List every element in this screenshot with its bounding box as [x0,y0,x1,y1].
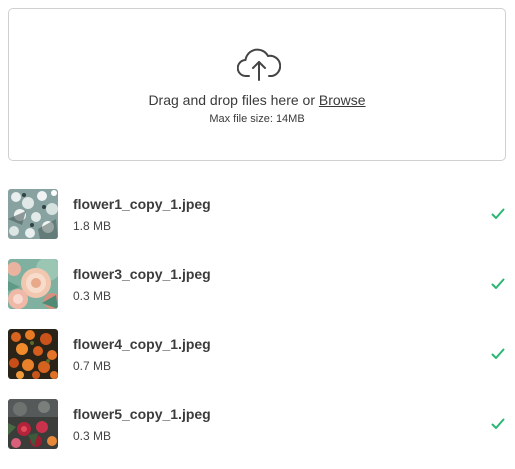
file-size: 0.3 MB [73,429,112,443]
file-name: flower1_copy_1.jpeg [73,196,211,212]
flower-thumbnail-5 [8,399,58,449]
max-file-size-label: Max file size: 14MB [209,113,305,125]
check-icon [491,208,505,219]
flower-thumbnail-4 [8,329,58,379]
check-icon [491,418,505,429]
file-name: flower4_copy_1.jpeg [73,336,211,352]
file-list-item: flower4_copy_1.jpeg 0.7 MB [8,329,508,399]
flower-thumbnail-1 [8,189,58,239]
file-size: 0.7 MB [73,359,112,373]
dropzone-prompt: Drag and drop files here or [148,92,315,108]
dropzone-instructions: Drag and drop files here or Browse [9,92,505,108]
file-list-item: flower3_copy_1.jpeg 0.3 MB [8,259,508,329]
file-list: flower1_copy_1.jpeg 1.8 MB flower3_copy_… [8,189,508,469]
flower-thumbnail-3 [8,259,58,309]
browse-link[interactable]: Browse [319,92,366,108]
file-size: 0.3 MB [73,289,112,303]
file-list-item: flower1_copy_1.jpeg 1.8 MB [8,189,508,259]
check-icon [491,348,505,359]
file-size: 1.8 MB [73,219,112,233]
check-icon [491,278,505,289]
file-name: flower5_copy_1.jpeg [73,406,211,422]
file-dropzone[interactable]: Drag and drop files here or Browse Max f… [8,8,506,161]
file-name: flower3_copy_1.jpeg [73,266,211,282]
cloud-upload-icon [237,48,281,81]
